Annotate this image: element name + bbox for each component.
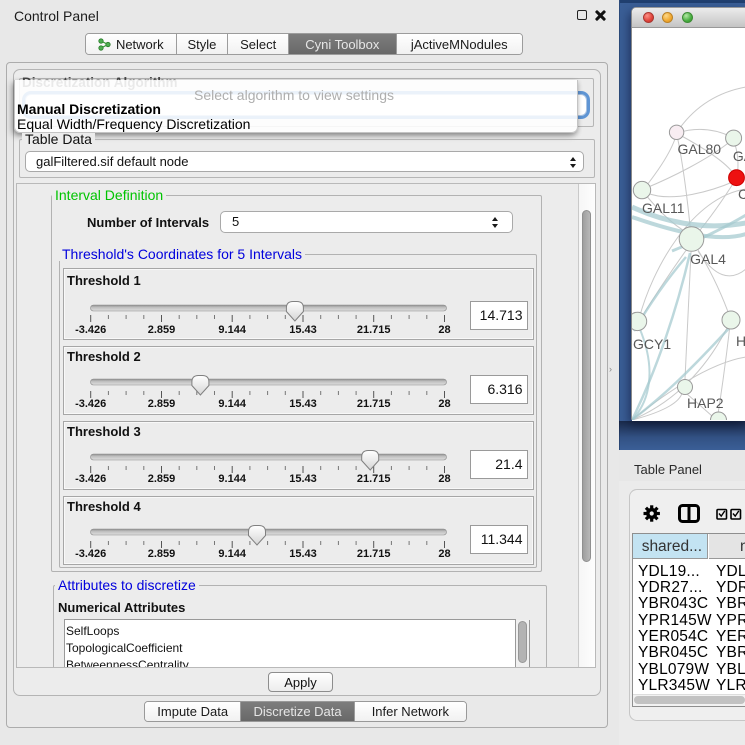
svg-text:21.715: 21.715: [357, 398, 391, 410]
svg-text:GAL11: GAL11: [642, 200, 685, 216]
svg-text:28: 28: [438, 324, 450, 336]
svg-text:15.43: 15.43: [289, 324, 317, 336]
svg-text:28: 28: [438, 473, 450, 485]
svg-text:21.715: 21.715: [357, 324, 391, 336]
svg-text:15.43: 15.43: [289, 548, 317, 560]
svg-text:9.144: 9.144: [218, 324, 246, 336]
svg-text:Threshold 2: Threshold 2: [67, 349, 141, 364]
svg-text:GAL80: GAL80: [678, 141, 722, 157]
svg-text:21.715: 21.715: [357, 548, 391, 560]
svg-text:9.144: 9.144: [218, 473, 246, 485]
svg-text:C: C: [738, 186, 745, 202]
svg-text:GCY1: GCY1: [633, 336, 671, 352]
svg-text:28: 28: [438, 398, 450, 410]
svg-text:-3.426: -3.426: [75, 324, 106, 336]
svg-text:21.715: 21.715: [357, 473, 391, 485]
svg-text:6.316: 6.316: [487, 381, 522, 397]
svg-text:Threshold 1: Threshold 1: [67, 273, 141, 288]
svg-text:28: 28: [438, 548, 450, 560]
svg-text:GAL4: GAL4: [690, 251, 726, 267]
svg-text:2.859: 2.859: [148, 398, 176, 410]
svg-text:21.4: 21.4: [495, 456, 522, 472]
svg-text:Threshold 3: Threshold 3: [67, 424, 141, 439]
svg-text:H: H: [736, 333, 745, 349]
svg-text:2.859: 2.859: [148, 324, 176, 336]
svg-text:-3.426: -3.426: [75, 398, 106, 410]
svg-text:Threshold 4: Threshold 4: [67, 499, 141, 514]
svg-text:15.43: 15.43: [289, 398, 317, 410]
svg-text:2.859: 2.859: [148, 473, 176, 485]
svg-text:-3.426: -3.426: [75, 473, 106, 485]
svg-text:HAP2: HAP2: [687, 395, 724, 411]
svg-text:9.144: 9.144: [218, 398, 246, 410]
svg-text:GA: GA: [733, 148, 745, 164]
svg-text:11.344: 11.344: [481, 531, 523, 547]
svg-text:9.144: 9.144: [218, 548, 246, 560]
svg-text:2.859: 2.859: [148, 548, 176, 560]
svg-text:-3.426: -3.426: [75, 548, 106, 560]
svg-text:14.713: 14.713: [480, 307, 523, 323]
svg-text:15.43: 15.43: [289, 473, 317, 485]
